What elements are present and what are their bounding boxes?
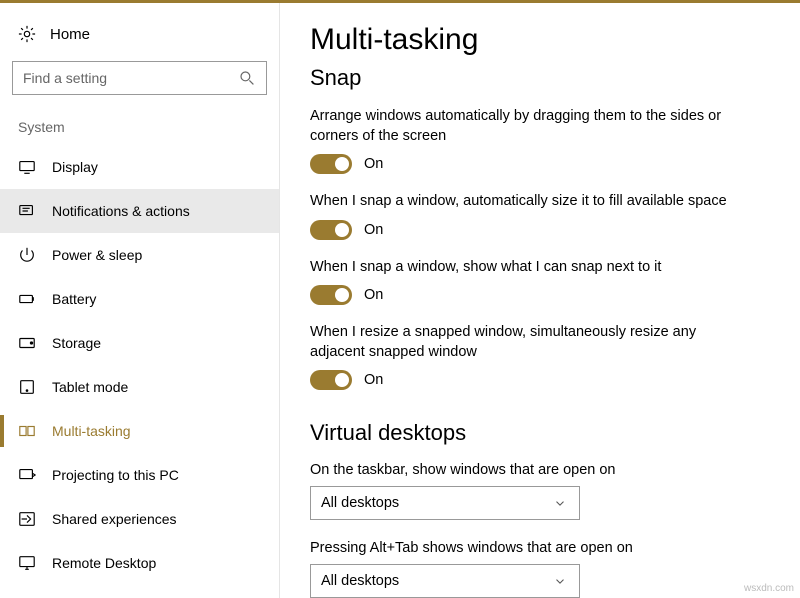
- chevron-down-icon: [551, 572, 569, 590]
- setting-text: When I snap a window, automatically size…: [310, 192, 750, 212]
- sidebar-item-notifications[interactable]: Notifications & actions: [0, 189, 279, 233]
- sidebar-item-label: Storage: [52, 335, 101, 351]
- sidebar-item-display[interactable]: Display: [0, 145, 279, 189]
- sidebar-item-label: Power & sleep: [52, 247, 142, 263]
- toggle-resize-adjacent[interactable]: [310, 370, 352, 390]
- power-icon: [18, 246, 36, 264]
- snap-section-title: Snap: [310, 65, 770, 91]
- snap-setting-autosize: When I snap a window, automatically size…: [310, 192, 750, 240]
- vd-taskbar-label: On the taskbar, show windows that are op…: [310, 462, 770, 478]
- chevron-down-icon: [551, 494, 569, 512]
- vd-alttab-label: Pressing Alt+Tab shows windows that are …: [310, 540, 770, 556]
- vd-section-title: Virtual desktops: [310, 420, 770, 446]
- storage-icon: [18, 334, 36, 352]
- sidebar-item-label: Tablet mode: [52, 379, 128, 395]
- home-label: Home: [50, 26, 90, 43]
- setting-text: When I snap a window, show what I can sn…: [310, 258, 750, 278]
- main-content: Multi-tasking Snap Arrange windows autom…: [280, 3, 800, 598]
- display-icon: [18, 158, 36, 176]
- toggle-state: On: [364, 156, 383, 172]
- sidebar-item-multitasking[interactable]: Multi-tasking: [0, 409, 279, 453]
- projecting-icon: [18, 466, 36, 484]
- sidebar-item-tablet-mode[interactable]: Tablet mode: [0, 365, 279, 409]
- nav: Display Notifications & actions Power & …: [0, 145, 279, 585]
- toggle-arrange-windows[interactable]: [310, 154, 352, 174]
- vd-alttab-select[interactable]: All desktops: [310, 564, 580, 598]
- sidebar-item-label: Notifications & actions: [52, 203, 190, 219]
- sidebar-item-shared[interactable]: Shared experiences: [0, 497, 279, 541]
- multitasking-icon: [18, 422, 36, 440]
- sidebar-item-label: Remote Desktop: [52, 555, 156, 571]
- shared-icon: [18, 510, 36, 528]
- setting-text: When I resize a snapped window, simultan…: [310, 323, 750, 362]
- page-title: Multi-tasking: [310, 23, 770, 57]
- sidebar-item-remote-desktop[interactable]: Remote Desktop: [0, 541, 279, 585]
- tablet-icon: [18, 378, 36, 396]
- sidebar-item-storage[interactable]: Storage: [0, 321, 279, 365]
- home-button[interactable]: Home: [0, 25, 279, 61]
- select-value: All desktops: [321, 495, 399, 511]
- search-icon: [238, 69, 256, 87]
- toggle-autosize[interactable]: [310, 220, 352, 240]
- sidebar: Home System Display Notific: [0, 3, 280, 598]
- sidebar-item-label: Display: [52, 159, 98, 175]
- toggle-show-next[interactable]: [310, 285, 352, 305]
- sidebar-item-label: Projecting to this PC: [52, 467, 179, 483]
- sidebar-item-projecting[interactable]: Projecting to this PC: [0, 453, 279, 497]
- sidebar-item-label: Shared experiences: [52, 511, 177, 527]
- sidebar-item-label: Battery: [52, 291, 96, 307]
- search-input[interactable]: [23, 70, 238, 86]
- gear-icon: [18, 25, 36, 43]
- toggle-state: On: [364, 222, 383, 238]
- section-label: System: [0, 113, 279, 145]
- search-input-container[interactable]: [12, 61, 267, 95]
- sidebar-item-label: Multi-tasking: [52, 423, 131, 439]
- toggle-state: On: [364, 372, 383, 388]
- battery-icon: [18, 290, 36, 308]
- sidebar-item-battery[interactable]: Battery: [0, 277, 279, 321]
- setting-text: Arrange windows automatically by draggin…: [310, 107, 750, 146]
- toggle-state: On: [364, 287, 383, 303]
- snap-setting-resize-adjacent: When I resize a snapped window, simultan…: [310, 323, 750, 390]
- snap-setting-shownext: When I snap a window, show what I can sn…: [310, 258, 750, 306]
- snap-setting-arrange: Arrange windows automatically by draggin…: [310, 107, 750, 174]
- remote-icon: [18, 554, 36, 572]
- watermark: wsxdn.com: [744, 583, 794, 594]
- sidebar-item-power[interactable]: Power & sleep: [0, 233, 279, 277]
- notifications-icon: [18, 202, 36, 220]
- select-value: All desktops: [321, 573, 399, 589]
- vd-taskbar-select[interactable]: All desktops: [310, 486, 580, 520]
